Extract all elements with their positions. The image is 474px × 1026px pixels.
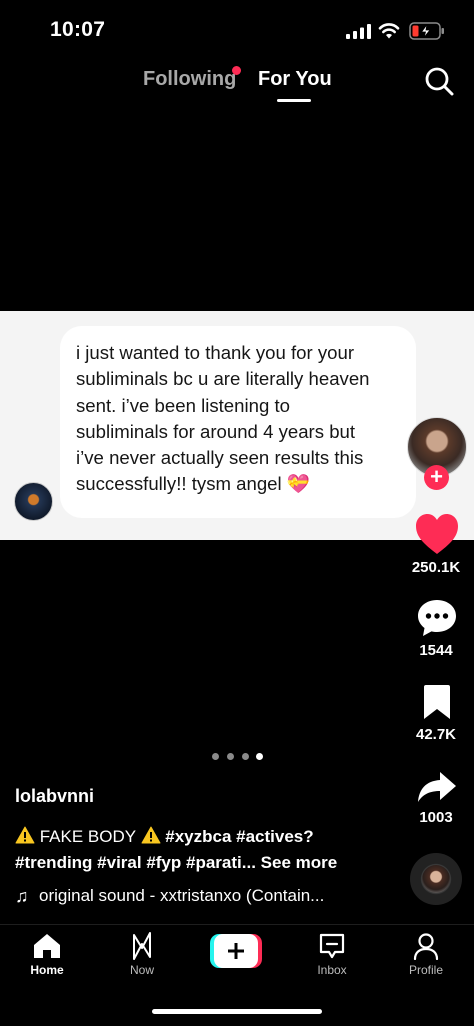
comment-count: 1544 (419, 642, 453, 659)
nav-now[interactable]: Now (102, 932, 182, 977)
create-plus-button[interactable] (210, 934, 262, 968)
commenter-avatar (14, 482, 53, 521)
following-notification-dot (232, 66, 241, 75)
sound-disc-avatar (422, 865, 450, 893)
profile-icon (413, 933, 439, 960)
comment-icon[interactable] (416, 598, 458, 638)
tab-for-you[interactable]: For You (258, 68, 332, 91)
bookmark-icon[interactable] (421, 684, 453, 720)
share-count: 1003 (419, 809, 453, 826)
bookmark-count: 42.7K (415, 726, 457, 743)
caption-text: FAKE BODY (39, 827, 136, 846)
wifi-icon (378, 23, 400, 39)
music-note-icon: ♫ (15, 886, 29, 906)
home-indicator (152, 1009, 322, 1014)
nav-now-label: Now (129, 963, 154, 977)
heart-icon[interactable] (414, 512, 460, 556)
creator-username[interactable]: lolabvnni (15, 786, 94, 807)
carousel-dot (212, 753, 219, 760)
nav-profile-label: Profile (408, 963, 443, 977)
caption-hashtags[interactable]: #xyzbca #actives? (165, 827, 313, 846)
active-tab-indicator (277, 99, 311, 102)
carousel-dot (227, 753, 234, 760)
tab-following[interactable]: Following (143, 68, 236, 91)
now-icon (133, 932, 151, 960)
inbox-icon (319, 933, 345, 959)
nav-inbox-label: Inbox (317, 963, 347, 977)
caption-line: #trending #viral #fyp #parati... See mor… (15, 853, 337, 873)
nav-inbox[interactable]: Inbox (292, 932, 372, 977)
caption-hashtags[interactable]: #trending #viral #fyp #parati... (15, 853, 256, 872)
sound-name[interactable]: original sound - xxtristanxo (Contain... (39, 886, 324, 906)
carousel-dot (242, 753, 249, 760)
battery-charging-icon (409, 22, 444, 40)
like-count: 250.1K (411, 559, 461, 576)
home-icon (34, 934, 60, 958)
warning-icon (15, 826, 35, 844)
carousel-dot-active (256, 753, 263, 760)
nav-home[interactable]: Home (7, 932, 87, 977)
nav-profile[interactable]: Profile (386, 932, 466, 977)
warning-icon (141, 826, 161, 844)
comment-text: i just wanted to thank you for your subl… (76, 342, 370, 495)
nav-home-label: Home (30, 963, 64, 977)
follow-plus-icon[interactable]: + (424, 465, 449, 490)
see-more-link[interactable]: See more (261, 853, 338, 872)
caption-line: FAKE BODY #xyzbca #actives? (15, 826, 314, 847)
status-time: 10:07 (50, 18, 106, 41)
search-icon[interactable] (424, 66, 454, 96)
share-icon[interactable] (416, 770, 458, 804)
signal-icon (346, 24, 371, 39)
